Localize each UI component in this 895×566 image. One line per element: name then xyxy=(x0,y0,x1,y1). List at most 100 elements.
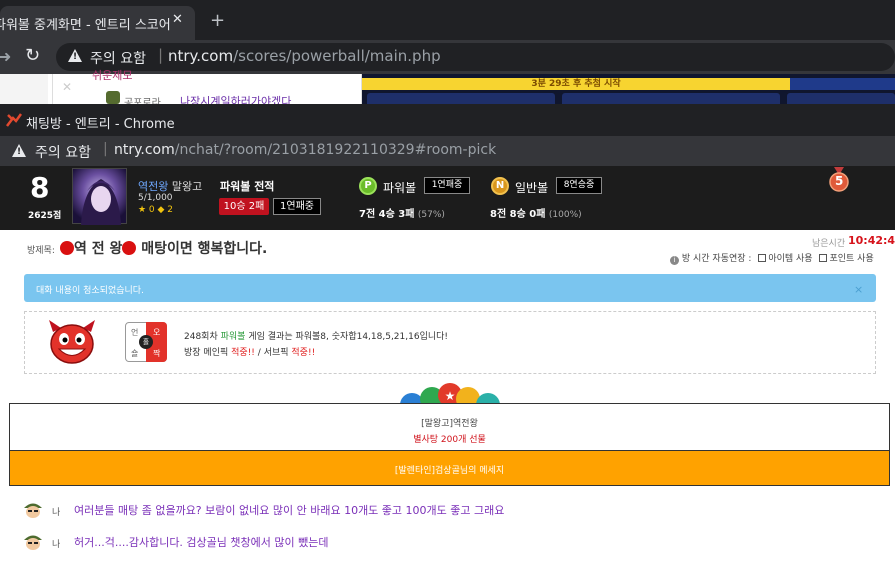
room-title-label: 방제목: xyxy=(27,246,55,256)
bg-card xyxy=(367,93,555,104)
chat-message: 여러분들 매탕 좀 없을까요? 보람이 없네요 많이 안 바래요 10개도 좋고… xyxy=(74,504,505,517)
info-icon[interactable]: i xyxy=(670,256,679,265)
back-arrow-icon[interactable]: ➜ xyxy=(0,47,11,66)
pick-center: 홀 xyxy=(139,335,153,349)
powerball-coin-icon: P xyxy=(359,177,377,195)
user-name[interactable]: 역전왕 말왕고 xyxy=(138,178,202,194)
sub-pick-hit: 적중!! xyxy=(291,348,316,358)
popup-security-label[interactable]: 주의 요함 xyxy=(35,142,91,162)
item-use-checkbox[interactable] xyxy=(758,254,767,262)
streak-badge: 1연패중 xyxy=(273,198,321,215)
medal-icon: 5 xyxy=(828,167,850,193)
chat-sender: 나 xyxy=(52,508,61,518)
record-badge: 10승 2패 xyxy=(219,198,269,215)
main-pick-label: 방장 메인픽 xyxy=(184,348,229,358)
user-nickname: 역전왕 xyxy=(138,180,169,193)
bg-card xyxy=(562,93,780,104)
chat-message: 허거...걱....감사합니다. 검상골님 챗창에서 많이 뺐는데 xyxy=(74,536,329,549)
red-dot-icon xyxy=(60,241,74,255)
room-title-suffix: 매탕이면 행복합니다. xyxy=(141,241,268,257)
pick-grid-icon: 언 오 숄 짝 홀 xyxy=(125,322,167,362)
point-use-checkbox[interactable] xyxy=(819,254,828,262)
valentine-message[interactable]: [발렌타인]검상골님의 메세지 xyxy=(0,463,895,476)
close-icon[interactable]: × xyxy=(854,283,863,296)
normalball-streak-badge: 8연승중 xyxy=(556,177,602,194)
remain-time-label: 남은시간 xyxy=(812,239,846,249)
result-line-2: 방장 메인픽 적중!! / 서브픽 적중!! xyxy=(184,345,315,358)
gift-sender: [말왕고]역전왕 xyxy=(421,419,478,429)
user-exp: 5/1,000 xyxy=(138,193,173,203)
bg-url-path: /scores/powerball/main.php xyxy=(233,47,441,65)
red-dot-icon xyxy=(122,241,137,255)
powerball-record-title: 파워볼 전적 xyxy=(220,180,275,193)
powerball-record: 7전 4승 3패 (57%) xyxy=(359,205,445,220)
avatar[interactable] xyxy=(72,168,127,225)
new-tab-icon[interactable]: + xyxy=(210,10,225,31)
popup-window-title: 채팅방 - 엔트리 - Chrome xyxy=(26,117,175,132)
bg-url-host: ntry.com xyxy=(168,47,234,65)
powerball-record-pct: (57%) xyxy=(417,210,445,220)
powerball-record-text: 7전 4승 3패 xyxy=(359,209,415,220)
powerball-streak-badge: 1연패중 xyxy=(424,177,470,194)
main-pick-hit: 적중!! xyxy=(231,348,255,358)
bg-url[interactable]: ntry.com/scores/powerball/main.php xyxy=(168,47,441,65)
room-title-name: 역 전 왕 xyxy=(74,241,123,257)
entry-logo-icon xyxy=(6,113,22,127)
normalball-record-text: 8전 8승 0패 xyxy=(490,209,546,220)
warning-icon[interactable]: ! xyxy=(12,144,26,157)
chat-sender: 나 xyxy=(52,540,61,550)
point-use-label[interactable]: 포인트 사용 xyxy=(829,254,873,264)
auto-extend-label: 방 시간 자동연장 : xyxy=(681,254,752,264)
powerball-label: 파워볼 xyxy=(383,181,417,195)
user-items: ★ 0 ◆ 2 xyxy=(138,205,174,215)
lottery-balls-icon: ★ xyxy=(400,383,500,405)
user-grade: 말왕고 xyxy=(171,180,203,193)
room-title: 역 전 왕 매탕이면 행복합니다. xyxy=(60,238,267,258)
game-name: 파워볼 xyxy=(220,332,246,342)
remain-time: 10:42:43 xyxy=(848,234,895,247)
soldier-avatar-icon xyxy=(24,503,42,518)
bg-user-avatar xyxy=(106,91,120,104)
soldier-avatar-icon xyxy=(24,535,42,550)
medal-number: 5 xyxy=(835,174,844,188)
bg-tab-powerball[interactable]: 파워볼 중계화면 - 엔트리 스코어 xyxy=(0,6,195,40)
bg-tab-title: 파워볼 중계화면 - 엔트리 스코어 xyxy=(0,18,171,33)
notice-bar xyxy=(24,274,876,302)
devil-mascot-icon xyxy=(47,320,97,366)
warning-icon[interactable]: ! xyxy=(68,49,82,62)
separator: | xyxy=(103,141,108,157)
reload-icon[interactable]: ↻ xyxy=(25,45,40,66)
level-points: 2625점 xyxy=(28,211,62,221)
pick-cell: 언 xyxy=(131,328,139,337)
bg-left-strip xyxy=(0,74,48,104)
pick-cell: 짝 xyxy=(153,349,161,358)
popup-url-path: /nchat/?room/2103181922110329#room-pick xyxy=(174,142,497,158)
result-detail: 게임 결과는 파워볼8, 숫자합14,18,5,21,16입니다! xyxy=(248,332,449,342)
gift-content: 별사탕 200개 선물 xyxy=(413,435,486,445)
sub-pick-label: / 서브픽 xyxy=(257,348,289,358)
bg-card xyxy=(787,93,895,104)
popup-url[interactable]: ntry.com/nchat/?room/2103181922110329#ro… xyxy=(114,142,496,158)
normalball-record-pct: (100%) xyxy=(548,210,582,220)
pick-cell: 숄 xyxy=(131,349,139,358)
popup-url-host: ntry.com xyxy=(114,142,175,158)
item-use-label[interactable]: 아이템 사용 xyxy=(768,254,812,264)
bg-draw-countdown: 3분 29초 후 추첨 시작 xyxy=(362,78,790,90)
bg-banner-right xyxy=(790,78,895,90)
profile-header xyxy=(0,166,895,230)
bg-logo-icon: ✕ xyxy=(62,80,73,94)
notice-text: 대화 내용이 청소되었습니다. xyxy=(36,286,144,296)
bg-rank-label: 쉬운제모 xyxy=(92,69,133,82)
normalball-label: 일반볼 xyxy=(515,181,549,195)
bg-security-label[interactable]: 주의 요함 xyxy=(90,48,146,68)
svg-text:★: ★ xyxy=(445,389,456,403)
separator: | xyxy=(158,46,164,64)
normalball-coin-icon: N xyxy=(491,177,509,195)
round-number: 248회차 xyxy=(184,332,218,342)
result-line-1: 248회차 파워볼 게임 결과는 파워볼8, 숫자합14,18,5,21,16입… xyxy=(184,329,448,342)
room-options: i 방 시간 자동연장 : 아이템 사용 포인트 사용 xyxy=(670,251,874,265)
close-icon[interactable]: ✕ xyxy=(172,12,183,27)
normalball-record: 8전 8승 0패 (100%) xyxy=(490,205,582,220)
pick-cell: 오 xyxy=(153,328,161,337)
level-number: 8 xyxy=(30,171,50,204)
